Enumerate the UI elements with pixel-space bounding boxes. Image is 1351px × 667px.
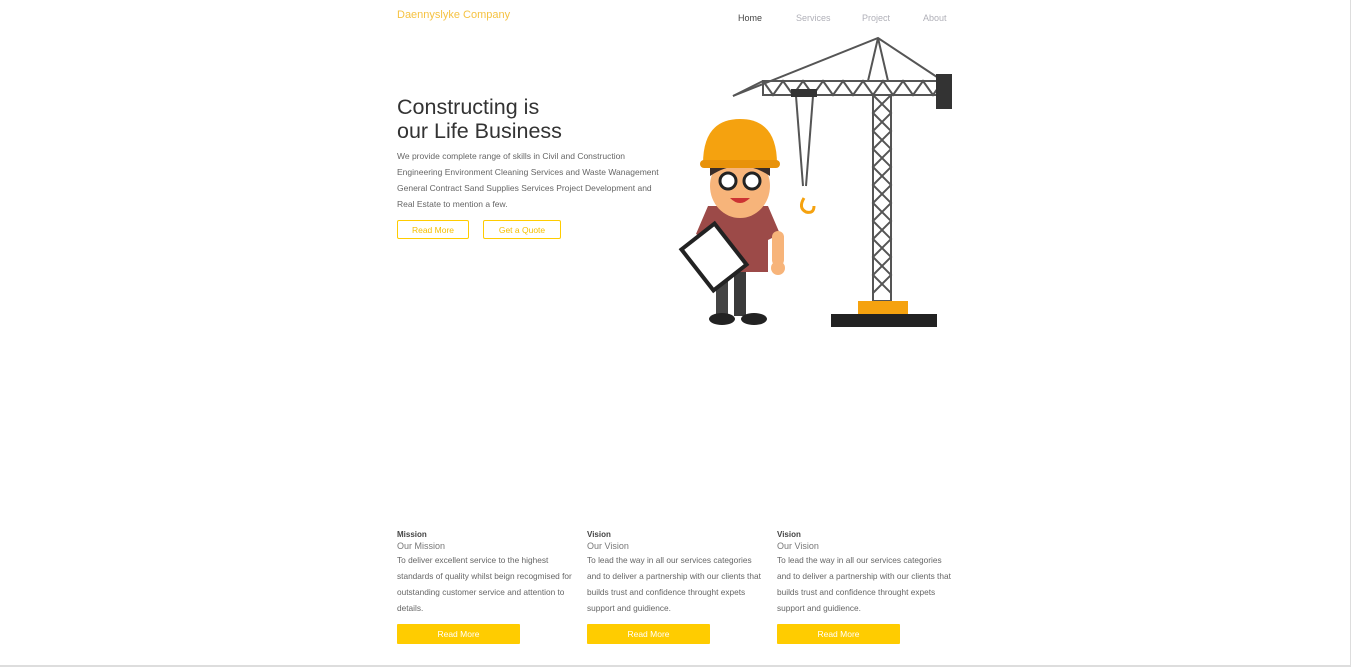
card-read-more-button[interactable]: Read More (777, 624, 900, 644)
card-subtitle: Our Mission (397, 541, 446, 551)
mission-card: Mission Our Mission To deliver excellent… (397, 530, 577, 644)
hero-description: We provide complete range of skills in C… (397, 151, 659, 209)
nav-project[interactable]: Project (862, 13, 890, 23)
card-subtitle: Our Vision (587, 541, 629, 551)
vision-card: Vision Our Vision To lead the way in all… (587, 530, 767, 644)
nav-about[interactable]: About (923, 13, 947, 23)
hero-title: Constructing is our Life Business (397, 95, 562, 143)
card-heading: Mission (397, 530, 427, 539)
card-text: To lead the way in all our services cate… (777, 555, 951, 613)
read-more-button[interactable]: Read More (397, 220, 469, 239)
worker-icon (678, 119, 785, 325)
title-line-2: our Life Business (397, 119, 562, 143)
card-subtitle: Our Vision (777, 541, 819, 551)
card-heading: Vision (587, 530, 611, 539)
card-text: To lead the way in all our services cate… (587, 555, 761, 613)
card-text: To deliver excellent service to the high… (397, 555, 572, 613)
title-line-1: Constructing is (397, 95, 540, 119)
nav-services[interactable]: Services (796, 13, 831, 23)
nav-home[interactable]: Home (738, 13, 762, 23)
get-quote-button[interactable]: Get a Quote (483, 220, 561, 239)
card-read-more-button[interactable]: Read More (587, 624, 710, 644)
vision-card-2: Vision Our Vision To lead the way in all… (777, 530, 957, 644)
card-read-more-button[interactable]: Read More (397, 624, 520, 644)
construction-illustration (678, 36, 952, 327)
brand-logo[interactable]: Daennyslyke Company (397, 9, 510, 21)
card-heading: Vision (777, 530, 801, 539)
